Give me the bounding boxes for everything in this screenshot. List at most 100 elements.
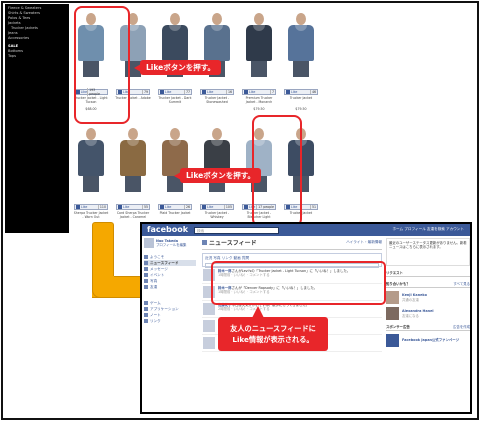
like-callout-2: Likeボタンを押す。 [174,168,261,183]
friend-suggestion[interactable]: Alexandra Hanel 友達になる [386,307,470,320]
facebook-like-icon [202,90,206,94]
product-name[interactable]: Premium Trucker Jacket - Monarch [241,96,277,105]
like-label: Like [81,205,88,209]
newsfeed-callout: 友人のニュースフィードに Like情報が表示される。 [218,306,328,351]
newsfeed-callout-line1: 友人のニュースフィードに [230,324,316,333]
requests-header: リクエスト [386,270,470,277]
like-count: 55 [141,205,148,209]
friend-name[interactable]: Alexandra Hanel [402,309,434,314]
product-image[interactable] [243,9,275,77]
like-count: 46 [309,90,316,94]
like-label: Like [291,90,298,94]
store-sidebar-item[interactable]: Accessories [8,36,64,41]
product-image[interactable] [75,124,107,192]
like-button[interactable]: Like 105 [200,204,234,210]
facebook-like-icon [76,205,80,209]
product-card[interactable]: Like 7 Premium Trucker Jacket - Monarch $79… [239,6,279,118]
like-label: Like [123,205,130,209]
apps-icon [144,307,148,311]
newsfeed-callout-line2: Like情報が表示される。 [232,335,314,344]
friend-sub[interactable]: 友達になる [402,314,434,319]
product-card[interactable]: Like 46 Trucker Jacket $79.50 [281,6,321,118]
people-you-may-know-header: 知り合いかも？ すべて見る [386,281,470,288]
like-button[interactable]: Like 16 [200,89,234,95]
product-name[interactable]: Trucker Jacket [283,96,319,101]
product-card[interactable]: Like 55 Cord Sherpa Trucker Jacket - Caram… [113,121,153,233]
friends-icon [144,285,148,289]
like-label: Like [165,205,172,209]
like-label: Like [249,90,256,94]
product-name[interactable]: Trucker Jacket - Dark Summit [157,96,193,105]
facebook-like-icon [160,205,164,209]
like-button[interactable]: Like 26 [158,204,192,210]
facebook-like-icon [202,205,206,209]
facebook-right-column: 最近のユーザーステータス更新がありません。新着ニュースはこちらに表示されます。 … [386,238,470,412]
friend-photo[interactable] [386,307,399,320]
avatar[interactable] [203,303,215,315]
nav-item-friends[interactable]: 友達 [144,284,196,290]
product-price: $79.50 [295,107,307,111]
friend-suggestion[interactable]: Kenji Kaneko 共通の友達 [386,291,470,304]
feed-header: ニュースフィード ハイライト・最新情報 [202,238,382,250]
like-button[interactable]: Like 77 [158,89,192,95]
facebook-like-icon [244,90,248,94]
facebook-like-icon [118,205,122,209]
like-label: Like [207,205,214,209]
like-count: 79 [141,90,148,94]
facebook-topbar: facebook 検索 ホーム プロフィール 友達を検索 アカウント [142,224,470,236]
sponsored-ad[interactable]: Facebook Japan公式ファンページ [386,334,470,347]
product-image[interactable] [117,124,149,192]
like-button[interactable]: Like 7 [242,89,276,95]
ad-title[interactable]: Facebook Japan公式ファンページ [402,338,459,343]
like-count: 110 [97,205,106,209]
status-notice: 最近のユーザーステータス更新がありません。新着ニュースはこちらに表示されます。 [386,238,470,266]
profile-edit-link[interactable]: プロフィールを編集 [156,243,186,247]
welcome-icon [144,255,148,259]
store-sidebar: Fleece & Sweaters Shirts & Sweaters Polo… [5,4,67,233]
games-icon [144,301,148,305]
like-button[interactable]: Like 110 [74,204,108,210]
newsfeed-icon [202,240,207,245]
highlight-like-stories [211,261,386,305]
product-name[interactable]: Trucker Jacket - Whiskey [199,211,235,220]
messages-icon [144,267,148,271]
product-card[interactable]: Like 110 Sherpa Trucker Jacket - Worn Out [71,121,111,233]
facebook-like-icon [286,90,290,94]
notes-icon [144,313,148,317]
product-name[interactable]: Cord Sherpa Trucker Jacket - Caramel [115,211,151,220]
links-icon [144,319,148,323]
photos-icon [144,279,148,283]
like-callout-1: Likeボタンを押す。 [134,60,221,75]
product-image[interactable] [285,9,317,77]
like-button[interactable]: Like 46 [284,89,318,95]
flow-arrow-bend [92,276,114,298]
feed-tabs[interactable]: ハイライト・最新情報 [346,240,382,245]
friend-name[interactable]: Kenji Kaneko [402,293,427,298]
store-sidebar-item[interactable]: Tops [8,54,64,59]
friend-sub[interactable]: 共通の友達 [402,298,427,303]
see-all-link[interactable]: すべて見る [453,281,470,286]
like-button[interactable]: Like 55 [116,204,150,210]
nav-item-links[interactable]: リンク [144,318,196,324]
profile-block[interactable]: Nao Takeda プロフィールを編集 [144,238,196,248]
like-count: 105 [223,205,232,209]
product-name[interactable]: Sherpa Trucker Jacket - Worn Out [73,211,109,220]
ad-image[interactable] [386,334,399,347]
avatar[interactable] [203,320,215,332]
product-name[interactable]: Plaid Trucker Jacket [157,211,193,216]
like-count: 7 [269,90,274,94]
friend-photo[interactable] [386,291,399,304]
create-ad-link[interactable]: 広告を作成 [453,324,470,329]
facebook-search-input[interactable]: 検索 [194,226,279,234]
like-count: 51 [309,205,316,209]
product-name[interactable]: Trucker Jacket - Stonewashed [199,96,235,105]
avatar[interactable] [144,238,154,248]
facebook-left-nav: Nao Takeda プロフィールを編集 ようこそ ニュースフィード メッセージ… [144,238,196,412]
avatar[interactable] [203,337,215,349]
facebook-top-links[interactable]: ホーム プロフィール 友達を検索 アカウント [392,227,464,232]
newsfeed-icon [144,261,148,265]
like-label: Like [165,90,172,94]
highlight-product-1 [74,6,130,124]
facebook-logo[interactable]: facebook [147,225,188,234]
like-count: 77 [183,90,190,94]
